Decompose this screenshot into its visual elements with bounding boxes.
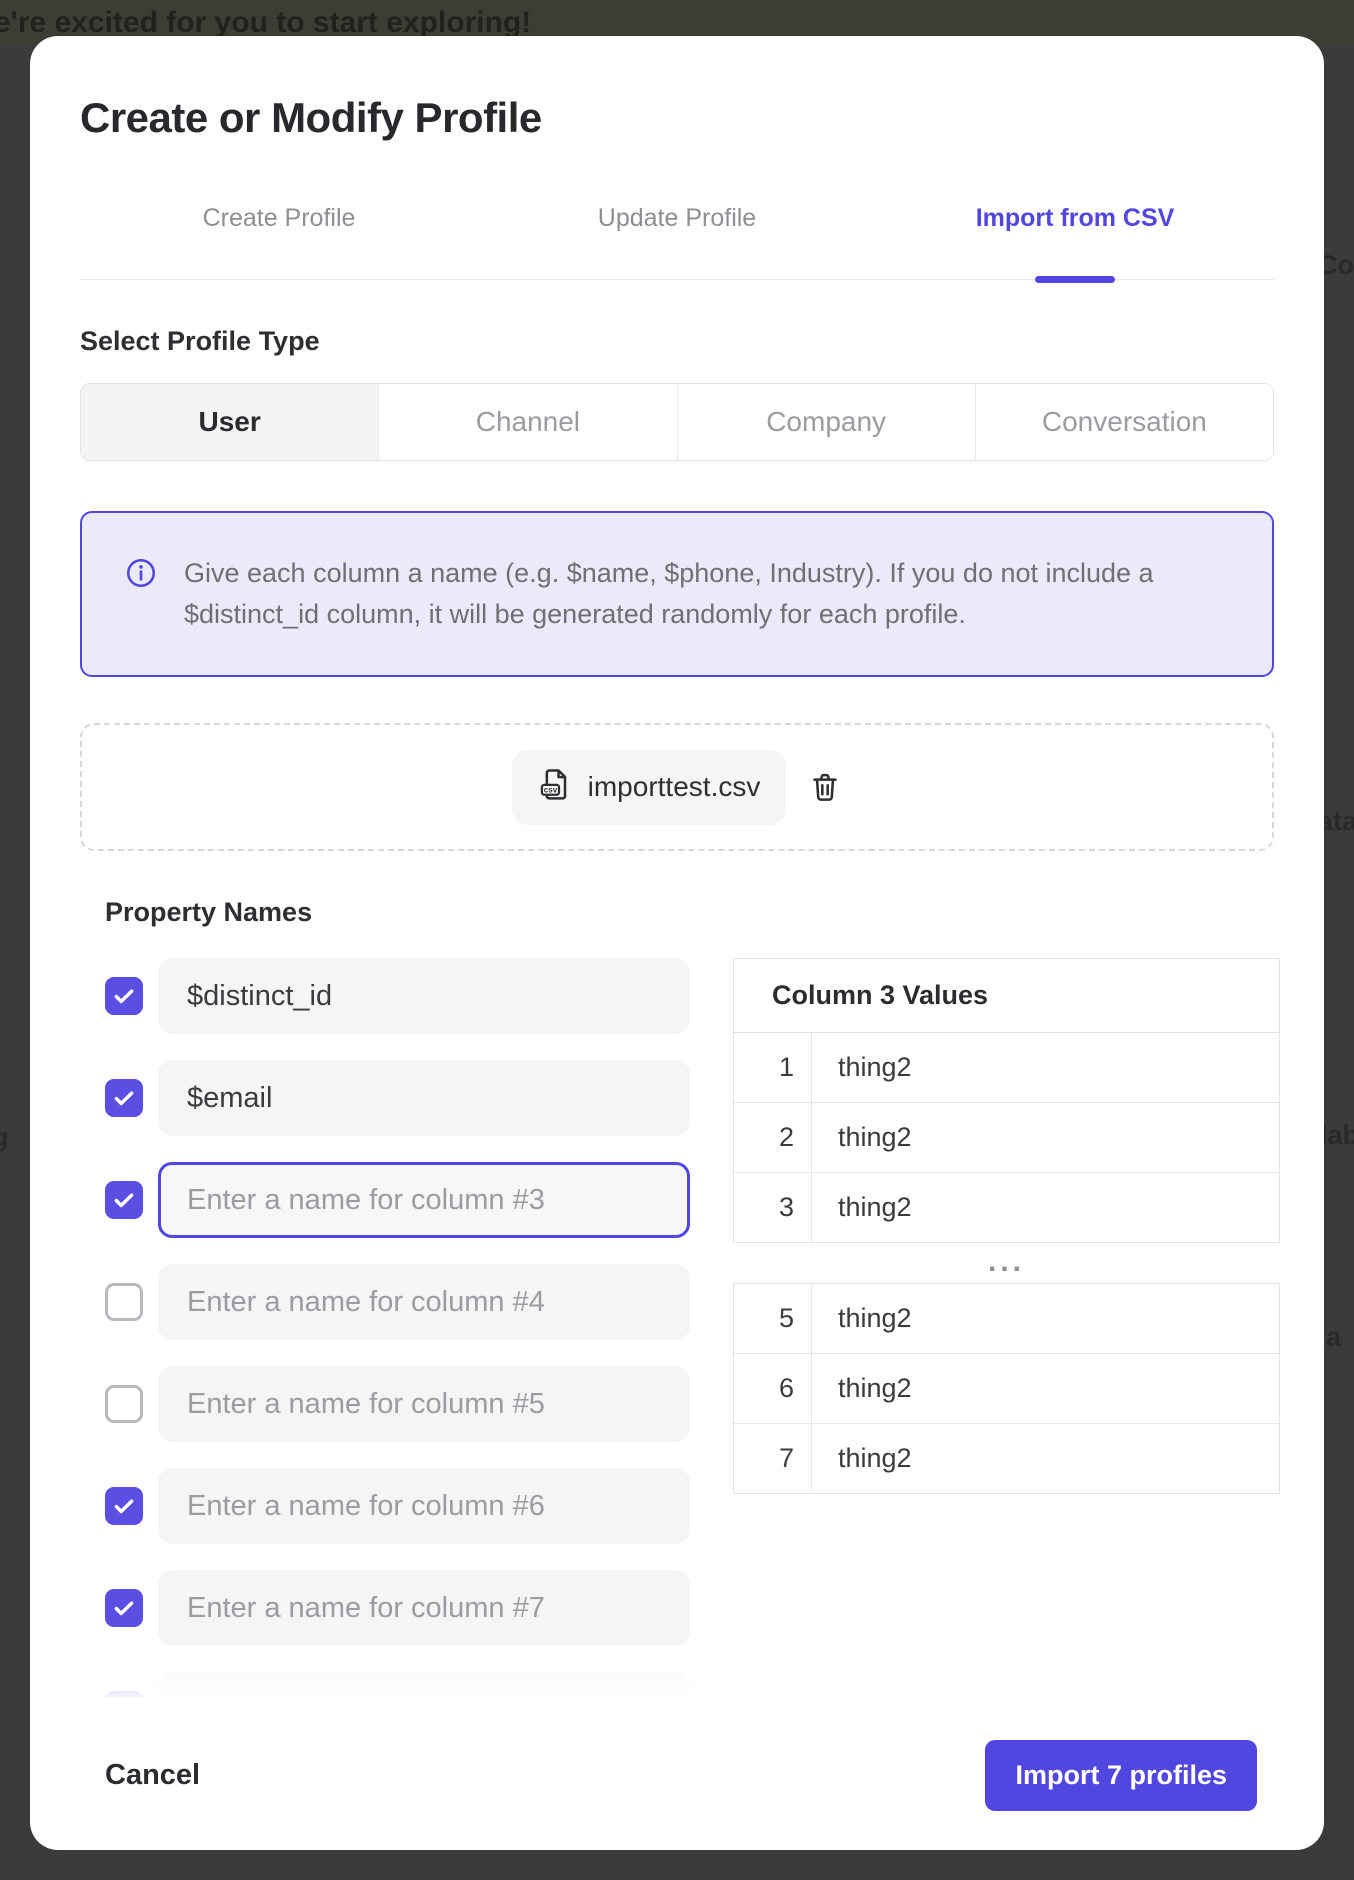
csv-dropzone[interactable]: csv importtest.csv <box>80 723 1274 851</box>
check-icon <box>111 1493 137 1519</box>
property-checkbox[interactable] <box>105 1589 143 1627</box>
property-row <box>105 1162 690 1238</box>
tab-create-profile[interactable]: Create Profile <box>80 204 478 279</box>
check-icon <box>111 1697 137 1710</box>
property-name-input[interactable] <box>158 1570 690 1646</box>
property-checkbox[interactable] <box>105 1079 143 1117</box>
profile-type-conversation[interactable]: Conversation <box>976 384 1273 460</box>
info-note: Give each column a name (e.g. $name, $ph… <box>80 511 1274 677</box>
property-checkbox[interactable] <box>105 1181 143 1219</box>
property-checkbox[interactable] <box>105 977 143 1015</box>
property-row <box>105 1060 690 1136</box>
property-name-input[interactable] <box>158 1162 690 1238</box>
table-row: 5 thing2 <box>734 1284 1279 1353</box>
preview-table-top: Column 3 Values 1 thing2 2 thing2 3 thin… <box>733 958 1280 1243</box>
property-row <box>105 958 690 1034</box>
background-text-fragment: lab <box>1320 1120 1354 1151</box>
preview-table-bottom: 5 thing2 6 thing2 7 thing2 <box>733 1283 1280 1494</box>
property-row <box>105 1468 690 1544</box>
property-name-input[interactable] <box>158 1468 690 1544</box>
table-row: 2 thing2 <box>734 1102 1279 1172</box>
tab-update-profile[interactable]: Update Profile <box>478 204 876 279</box>
uploaded-file-name: importtest.csv <box>588 771 761 803</box>
property-checkbox[interactable] <box>105 1385 143 1423</box>
preview-table-header: Column 3 Values <box>734 959 1279 1033</box>
trash-icon <box>808 770 842 804</box>
modal-title: Create or Modify Profile <box>80 94 1274 142</box>
property-checkbox[interactable] <box>105 1283 143 1321</box>
property-row <box>105 1264 690 1340</box>
property-name-input[interactable] <box>158 1366 690 1442</box>
remove-file-button[interactable] <box>808 770 842 804</box>
property-name-input[interactable] <box>158 1672 690 1710</box>
property-row <box>105 1366 690 1442</box>
info-note-text: Give each column a name (e.g. $name, $ph… <box>184 553 1194 635</box>
profile-type-channel[interactable]: Channel <box>379 384 677 460</box>
modal-tabs: Create Profile Update Profile Import fro… <box>80 204 1274 280</box>
table-row: 1 thing2 <box>734 1033 1279 1102</box>
profile-type-company[interactable]: Company <box>678 384 976 460</box>
property-row <box>105 1672 690 1710</box>
tab-import-from-csv[interactable]: Import from CSV <box>876 204 1274 279</box>
create-or-modify-profile-modal: Create or Modify Profile Create Profile … <box>30 36 1324 1850</box>
import-profiles-button[interactable]: Import 7 profiles <box>985 1740 1257 1811</box>
property-row <box>105 1570 690 1646</box>
check-icon <box>111 983 137 1009</box>
check-icon <box>111 1187 137 1213</box>
uploaded-file-chip[interactable]: csv importtest.csv <box>512 750 787 825</box>
property-checkbox[interactable] <box>105 1487 143 1525</box>
background-banner-text: e're excited for you to start exploring! <box>0 6 531 40</box>
table-row: 6 thing2 <box>734 1353 1279 1423</box>
check-icon <box>111 1085 137 1111</box>
info-icon <box>124 556 158 595</box>
property-name-input[interactable] <box>158 1264 690 1340</box>
table-row: 3 thing2 <box>734 1172 1279 1242</box>
csv-file-icon: csv <box>538 766 574 809</box>
cancel-button[interactable]: Cancel <box>105 1759 200 1792</box>
property-name-input[interactable] <box>158 958 690 1034</box>
profile-type-label: Select Profile Type <box>80 326 1274 357</box>
background-text-fragment: a <box>1326 1322 1341 1353</box>
property-names-label: Property Names <box>105 897 1324 928</box>
table-row: 7 thing2 <box>734 1423 1279 1493</box>
background-text-fragment: g <box>0 1122 9 1153</box>
profile-type-user[interactable]: User <box>81 384 379 460</box>
svg-text:csv: csv <box>543 785 557 794</box>
property-checkbox[interactable] <box>105 1691 143 1710</box>
property-name-input[interactable] <box>158 1060 690 1136</box>
column-values-preview: Column 3 Values 1 thing2 2 thing2 3 thin… <box>733 958 1280 1494</box>
preview-table-ellipsis: ... <box>733 1243 1280 1283</box>
profile-type-segmented-control: User Channel Company Conversation <box>80 383 1274 461</box>
property-names-list <box>105 958 690 1710</box>
check-icon <box>111 1595 137 1621</box>
